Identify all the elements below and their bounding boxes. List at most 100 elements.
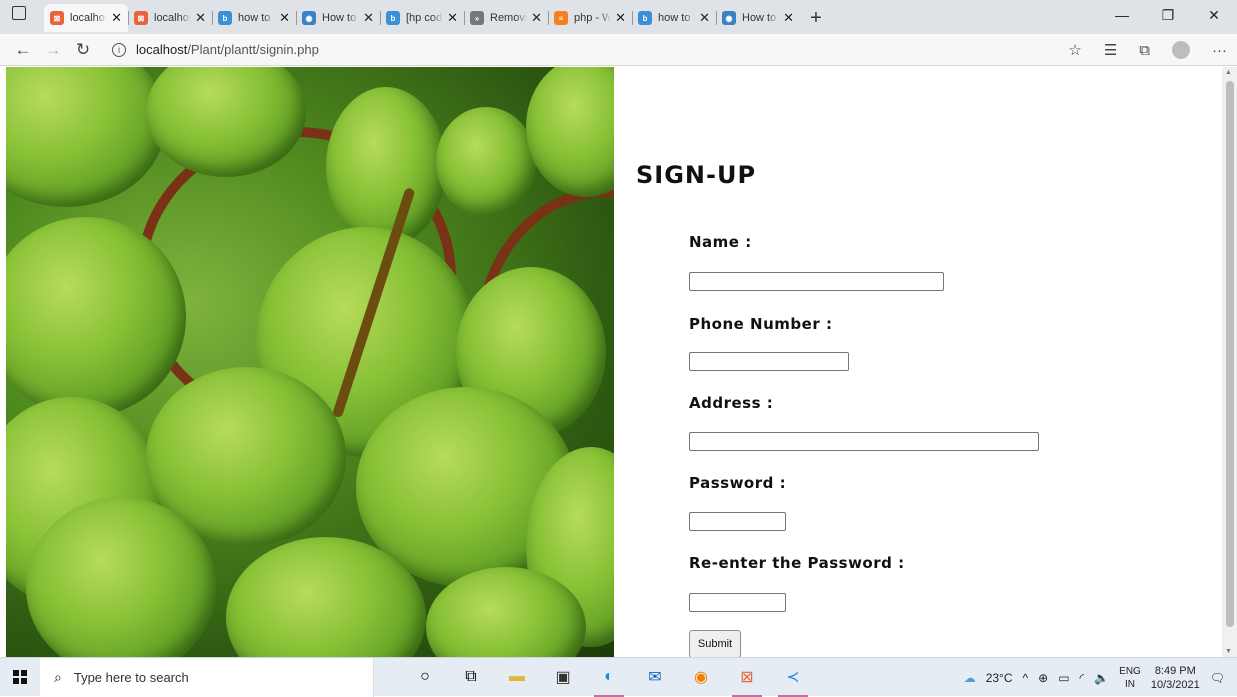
profile-avatar[interactable] <box>1172 41 1190 59</box>
url-host: localhost <box>136 42 188 57</box>
notifications-icon[interactable]: 🗨 <box>1210 671 1225 685</box>
windows-logo-icon <box>13 670 27 684</box>
phone-input[interactable] <box>689 352 849 371</box>
restore-icon[interactable]: ❐ <box>1145 0 1191 30</box>
close-tab-icon[interactable]: ✕ <box>195 10 206 26</box>
tab-php-warning[interactable]: ≡ php - Warn ✕ <box>548 4 632 32</box>
info-icon[interactable]: i <box>112 42 126 57</box>
close-tab-icon[interactable]: ✕ <box>783 10 794 26</box>
phone-label: Phone Number : <box>689 315 833 333</box>
scroll-up-icon[interactable]: ▲ <box>1225 69 1232 76</box>
windows-taskbar: ⌕ Type here to search ○ ⧉ ▬ ▣ ◐ ✉ ◉ ⊠ ≺ … <box>0 657 1237 697</box>
password-input[interactable] <box>689 512 786 531</box>
task-view-icon[interactable]: ⧉ <box>448 658 494 697</box>
search-icon: ⌕ <box>54 668 62 685</box>
chevron-up-icon[interactable]: ^ <box>1023 671 1029 685</box>
battery-icon[interactable]: ▭ <box>1058 671 1069 685</box>
bing-icon: b <box>638 11 652 25</box>
volume-icon[interactable]: 🔈 <box>1094 671 1109 685</box>
close-tab-icon[interactable]: ✕ <box>111 10 122 26</box>
tab-label: How to insert <box>322 12 359 24</box>
firefox-icon[interactable]: ◉ <box>678 658 724 697</box>
url-path: /Plant/plantt/signin.php <box>187 42 319 57</box>
submit-button[interactable]: Submit <box>689 630 741 657</box>
tab-how-to-insert-4[interactable]: ◉ How to ins ✕ <box>716 4 800 32</box>
reenter-password-input[interactable] <box>689 593 786 612</box>
signup-form: SIGN-UP Name : Phone Number : Address : … <box>614 67 1222 657</box>
edge-icon[interactable]: ◐ <box>586 658 632 697</box>
new-tab-button[interactable]: + <box>804 4 828 32</box>
lang-top: ENG <box>1119 665 1141 677</box>
page-scrollbar[interactable]: ▲ ▼ <box>1222 67 1237 657</box>
system-tray: ☁ 23°C ^ ⊕ ▭ ◜ 🔈 ENG IN 8:49 PM 10/3/202… <box>964 658 1237 697</box>
tab-localhost-2[interactable]: ⊠ localhost/Plant ✕ <box>128 4 212 32</box>
taskbar-apps: ○ ⧉ ▬ ▣ ◐ ✉ ◉ ⊠ ≺ <box>402 658 816 697</box>
clock[interactable]: 8:49 PM 10/3/2021 <box>1151 664 1200 692</box>
forward-icon[interactable]: → <box>38 40 68 60</box>
password-label: Password : <box>689 474 787 492</box>
vscode-icon[interactable]: ≺ <box>770 658 816 697</box>
weather-temp[interactable]: 23°C <box>986 671 1013 685</box>
tab-how-to-insert-1[interactable]: b how to insert ✕ <box>212 4 296 32</box>
tab-hp-code[interactable]: b [hp code b ✕ <box>380 4 464 32</box>
tab-how-to-insert-2[interactable]: ◉ How to insert ✕ <box>296 4 380 32</box>
network-tray-icon[interactable]: ⊕ <box>1038 671 1048 685</box>
lang-bottom: IN <box>1124 678 1135 690</box>
bing-icon: b <box>218 11 232 25</box>
store-icon[interactable]: ▣ <box>540 658 586 697</box>
name-input[interactable] <box>689 272 944 291</box>
back-icon[interactable]: ← <box>8 40 38 60</box>
favorites-list-icon[interactable]: ☰ <box>1104 41 1117 59</box>
reenter-password-label: Re-enter the Password : <box>689 554 905 572</box>
tab-actions-icon[interactable] <box>12 6 26 20</box>
refresh-icon[interactable]: ↻ <box>68 40 98 60</box>
site-icon: » <box>470 11 484 25</box>
stackoverflow-icon: ≡ <box>554 11 568 25</box>
scrollbar-thumb[interactable] <box>1226 81 1234 627</box>
tab-localhost-1[interactable]: ⊠ localhost/Plant ✕ <box>44 4 128 32</box>
tab-how-to-insert-3[interactable]: b how to inse ✕ <box>632 4 716 32</box>
tab-label: localhost/Plant <box>70 12 107 24</box>
tab-label: [hp code b <box>406 12 443 24</box>
tab-label: how to insert <box>238 12 275 24</box>
close-tab-icon[interactable]: ✕ <box>699 10 710 26</box>
minimize-icon[interactable]: — <box>1099 0 1145 30</box>
close-tab-icon[interactable]: ✕ <box>447 10 458 26</box>
taskbar-search[interactable]: ⌕ Type here to search <box>40 657 374 697</box>
address-bar[interactable]: i localhost/Plant/plantt/signin.php <box>112 42 319 57</box>
close-tab-icon[interactable]: ✕ <box>363 10 374 26</box>
more-menu-icon[interactable]: ··· <box>1212 42 1227 59</box>
tab-label: how to inse <box>658 12 695 24</box>
close-tab-icon[interactable]: ✕ <box>531 10 542 26</box>
close-tab-icon[interactable]: ✕ <box>279 10 290 26</box>
plant-photo <box>6 67 614 657</box>
weather-icon[interactable]: ☁ <box>964 671 976 685</box>
toolbar-icons: ☆ ☰ ⧉ ··· <box>1068 34 1227 66</box>
site-icon: ◉ <box>722 11 736 25</box>
page-content: SIGN-UP Name : Phone Number : Address : … <box>0 67 1237 657</box>
favorite-star-icon[interactable]: ☆ <box>1068 41 1081 59</box>
tab-label: php - Warn <box>574 12 612 24</box>
close-window-icon[interactable]: ✕ <box>1191 0 1237 30</box>
page-title: SIGN-UP <box>636 161 757 189</box>
address-input[interactable] <box>689 432 1039 451</box>
tab-label: Removing <box>490 12 528 24</box>
cortana-icon[interactable]: ○ <box>402 658 448 697</box>
scroll-down-icon[interactable]: ▼ <box>1225 648 1232 655</box>
file-explorer-icon[interactable]: ▬ <box>494 658 540 697</box>
xampp-icon[interactable]: ⊠ <box>724 658 770 697</box>
clock-date: 10/3/2021 <box>1150 678 1200 691</box>
mail-icon[interactable]: ✉ <box>632 658 678 697</box>
favicon-icon: ⊠ <box>50 11 64 25</box>
close-tab-icon[interactable]: ✕ <box>615 10 626 26</box>
address-label: Address : <box>689 394 774 412</box>
language-indicator[interactable]: ENG IN <box>1119 665 1141 691</box>
tab-label: How to ins <box>742 12 779 24</box>
windows-start-button[interactable] <box>0 670 40 684</box>
tab-label: localhost/Plant <box>154 12 191 24</box>
search-placeholder: Type here to search <box>73 669 189 685</box>
wifi-icon[interactable]: ◜ <box>1080 671 1085 685</box>
collections-icon[interactable]: ⧉ <box>1139 42 1150 59</box>
tab-removing[interactable]: » Removing ✕ <box>464 4 548 32</box>
name-label: Name : <box>689 233 752 251</box>
